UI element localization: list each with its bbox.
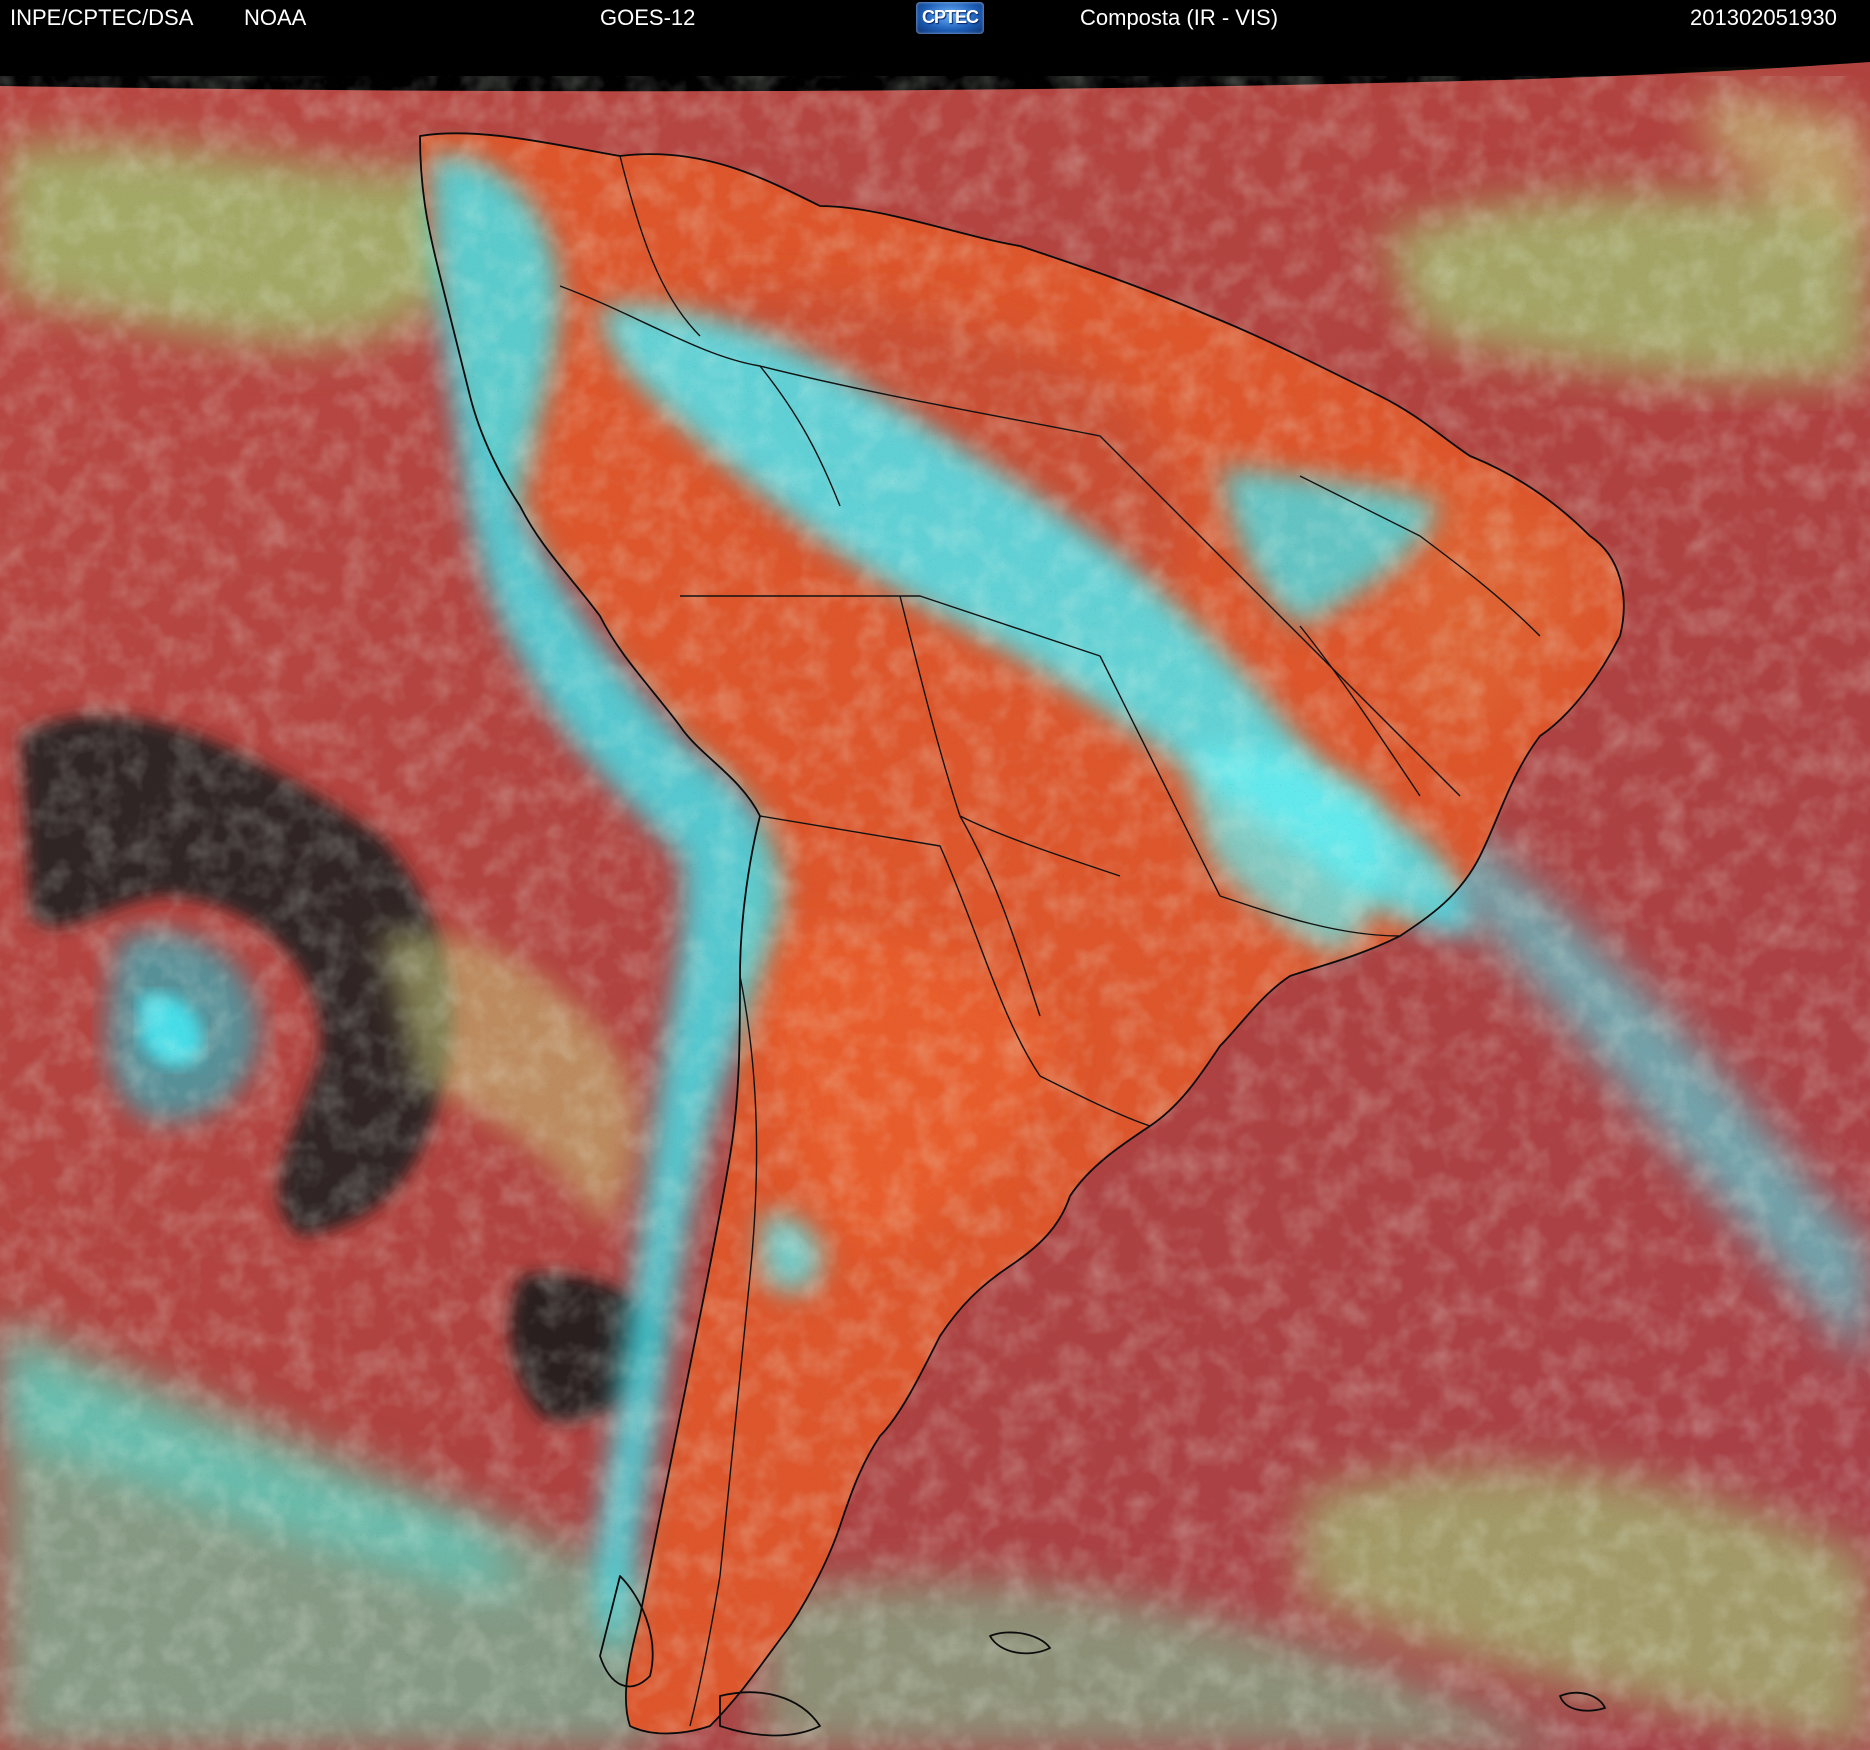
source-label: INPE/CPTEC/DSA [10, 5, 194, 30]
cptec-logo: CPTEC [916, 2, 984, 34]
cptec-logo-text: CPTEC [921, 7, 979, 27]
agency-label: NOAA [244, 5, 307, 30]
dry-speckle-texture [0, 76, 1870, 1750]
image-header-bar: INPE/CPTEC/DSA NOAA GOES-12 CPTEC Compos… [0, 0, 1870, 36]
timestamp-label: 201302051930 [1690, 5, 1837, 30]
satellite-composite-map [0, 36, 1870, 1750]
satellite-label: GOES-12 [600, 5, 696, 30]
satellite-image-viewer: INPE/CPTEC/DSA NOAA GOES-12 CPTEC Compos… [0, 0, 1870, 1750]
product-label: Composta (IR - VIS) [1080, 5, 1279, 30]
